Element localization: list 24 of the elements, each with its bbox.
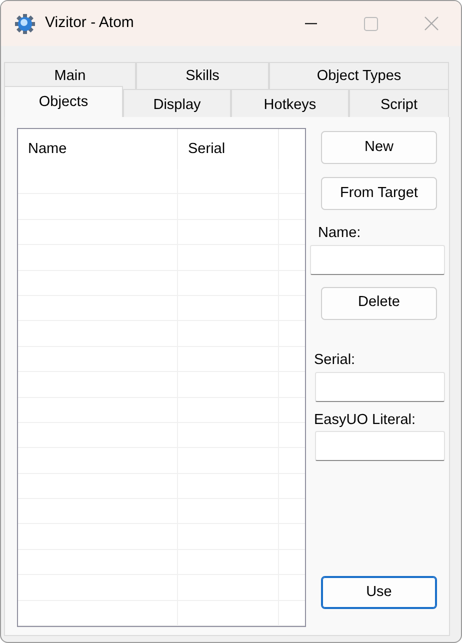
column-header[interactable]: Serial	[178, 129, 279, 169]
button[interactable]: Use	[320, 576, 437, 610]
tab[interactable]: Objects	[4, 86, 123, 117]
tab[interactable]: Hotkeys	[231, 89, 349, 117]
field-label: Name:	[318, 224, 362, 243]
window-title: Vizitor - Atom	[45, 13, 135, 34]
button[interactable]: New	[320, 131, 437, 164]
button[interactable]: Delete	[320, 286, 437, 320]
field-label: EasyUO Literal:	[314, 410, 417, 430]
tab[interactable]: Script	[349, 89, 449, 117]
minimize-icon[interactable]	[305, 22, 317, 24]
column-header[interactable]: Name	[18, 129, 178, 169]
input-field[interactable]	[314, 431, 445, 462]
field-label: Serial:	[314, 350, 356, 370]
object-list[interactable]: Name Serial	[17, 128, 306, 627]
input-field[interactable]	[314, 372, 445, 402]
tab[interactable]: Skills	[136, 62, 269, 89]
close-icon[interactable]	[424, 16, 438, 31]
tab[interactable]: Object Types	[269, 62, 449, 89]
tab[interactable]: Display	[123, 89, 231, 117]
tab[interactable]: Main	[4, 62, 136, 89]
input-field[interactable]	[310, 244, 445, 275]
app-icon	[15, 14, 35, 34]
button[interactable]: From Target	[320, 177, 437, 210]
